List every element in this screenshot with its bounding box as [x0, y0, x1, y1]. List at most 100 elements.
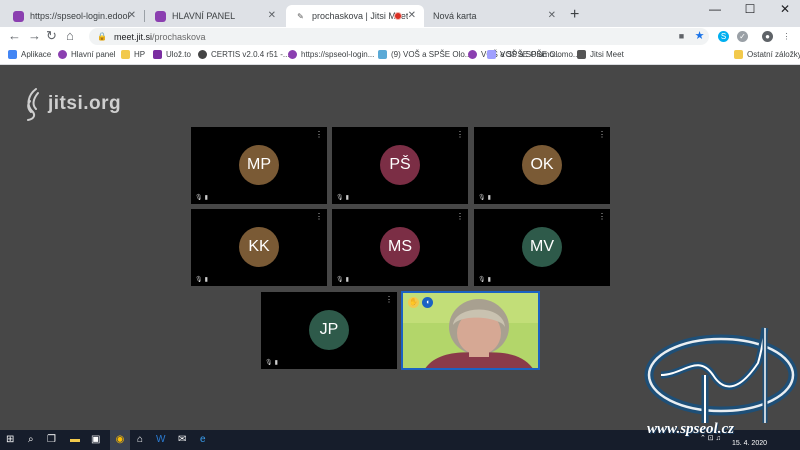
forward-icon[interactable]: → [28, 28, 41, 43]
jitsi-logo-icon [27, 88, 39, 121]
participant-tile[interactable]: JP ⋮ 🎙 ▮ [261, 292, 397, 369]
chrome-icon[interactable]: ◉ [110, 430, 130, 450]
bookmark-label: CERTIS v2.0.4 r51 -... [211, 50, 290, 59]
close-icon[interactable]: ✕ [128, 10, 136, 21]
participant-tile[interactable]: MV ⋮ 🎙 ▮ [474, 209, 610, 286]
folder-icon [734, 50, 743, 59]
video-off-icon: ▮ [345, 195, 349, 201]
tab-hlavni-panel[interactable]: HLAVNÍ PANEL ✕ [146, 5, 284, 27]
participant-tile[interactable]: PŠ ⋮ 🎙 ▮ [332, 127, 468, 204]
jitsi-icon [577, 50, 586, 59]
menu-kebab-icon[interactable]: ⋮ [781, 31, 792, 42]
skype-icon[interactable]: S [718, 31, 729, 42]
participant-tile[interactable]: OK ⋮ 🎙 ▮ [474, 127, 610, 204]
apps-grid-icon [8, 50, 17, 59]
edge-icon[interactable]: e [200, 434, 206, 445]
close-window-icon[interactable]: ✕ [770, 2, 800, 16]
bookmark-label: Ulož.to [166, 50, 191, 59]
mic-muted-icon: 🎙 [478, 277, 486, 283]
bookmark-item[interactable]: HP [121, 50, 145, 59]
video-off-icon: ▮ [274, 360, 278, 366]
close-icon[interactable]: ✕ [408, 10, 416, 21]
bookmark-label: (9) VOŠ a SPŠE Olo... [391, 50, 472, 59]
tab-title: Nová karta [433, 11, 477, 21]
address-host: meet.jit.si [113, 31, 152, 42]
new-tab-plus-icon[interactable]: + [570, 6, 579, 24]
teams-icon[interactable]: ⌂ [137, 434, 143, 445]
edookit-icon [288, 50, 297, 59]
bookmark-label: Aplikace [21, 50, 52, 59]
muted-status: 🎙 ▮ [265, 359, 278, 366]
bookmark-item[interactable]: Ulož.to [153, 50, 191, 59]
lock-icon: 🔒 [97, 32, 107, 41]
bookmark-item[interactable]: Hlavní panel [58, 50, 115, 59]
bookmark-item[interactable]: CERTIS v2.0.4 r51 -... [198, 50, 290, 59]
store-icon[interactable]: ▣ [91, 434, 100, 445]
participant-avatar: JP [309, 310, 349, 350]
word-icon[interactable]: W [156, 434, 165, 445]
edookit-icon [468, 50, 477, 59]
back-icon[interactable]: ← [8, 28, 21, 43]
home-icon[interactable]: ⌂ [66, 28, 74, 43]
search-icon[interactable]: ⌕ [28, 434, 34, 445]
tab-title: HLAVNÍ PANEL [172, 11, 236, 21]
link-icon [487, 50, 496, 59]
tab-strip: https://spseol-login.edookit.net ✕ HLAVN… [0, 0, 800, 27]
participant-tile[interactable]: MP ⋮ 🎙 ▮ [191, 127, 327, 204]
address-bar[interactable]: 🔒 meet.jit.si /prochaskova [89, 28, 709, 45]
jitsi-logo-text: jitsi.org [48, 93, 122, 114]
bookmarks-bar: Aplikace Hlavní panel HP Ulož.to CERTIS … [0, 47, 800, 65]
maximize-icon[interactable]: ☐ [735, 2, 765, 16]
bookmark-item[interactable]: VOŠ a SPŠE Olomo... [487, 50, 580, 59]
muted-status: 🎙 ▮ [195, 276, 208, 283]
task-view-icon[interactable]: ❐ [47, 434, 56, 445]
ulozto-icon [153, 50, 162, 59]
participant-menu-icon[interactable]: ⋮ [315, 212, 323, 221]
muted-status: 🎙 ▮ [478, 276, 491, 283]
participant-menu-icon[interactable]: ⋮ [456, 212, 464, 221]
other-bookmarks[interactable]: Ostatní záložky [734, 50, 800, 59]
participant-menu-icon[interactable]: ⋮ [598, 130, 606, 139]
bookmark-item[interactable]: https://spseol-login... [288, 50, 374, 59]
video-off-icon: ▮ [487, 195, 491, 201]
mail-icon[interactable]: ✉ [178, 434, 186, 445]
bookmark-item[interactable]: Jitsi Meet [577, 50, 624, 59]
tab-jitsi-meet[interactable]: ✎ prochaskova | Jitsi Meet ✕ [286, 5, 424, 27]
local-video-tile[interactable]: ✋ ◖ [401, 291, 540, 370]
extension-icon[interactable]: ✓ [737, 31, 748, 42]
mic-muted-icon: 🎙 [195, 195, 203, 201]
browser-toolbar: ← → ↻ ⌂ 🔒 meet.jit.si /prochaskova ■ ★ S… [0, 27, 800, 47]
bookmark-star-icon[interactable]: ★ [694, 31, 705, 42]
jitsi-logo: jitsi.org [22, 87, 121, 121]
globe-icon [198, 50, 207, 59]
windows-start-icon[interactable]: ⊞ [6, 434, 14, 445]
participant-menu-icon[interactable]: ⋮ [385, 295, 393, 304]
bookmark-item[interactable]: Aplikace [8, 50, 51, 59]
video-off-icon: ▮ [204, 195, 208, 201]
file-explorer-icon[interactable]: ▬ [70, 434, 80, 445]
bookmark-label: https://spseol-login... [301, 50, 375, 59]
tab-edookit-login[interactable]: https://spseol-login.edookit.net ✕ [4, 5, 144, 27]
minimize-icon[interactable]: — [700, 2, 730, 16]
participant-menu-icon[interactable]: ⋮ [315, 130, 323, 139]
edookit-icon [58, 50, 67, 59]
bookmark-label: Ostatní záložky [747, 50, 800, 59]
camera-icon[interactable]: ■ [676, 31, 687, 42]
participant-tile[interactable]: MS ⋮ 🎙 ▮ [332, 209, 468, 286]
bookmark-label: HP [134, 50, 146, 59]
reload-icon[interactable]: ↻ [46, 28, 57, 44]
profile-avatar-icon[interactable]: ● [762, 31, 773, 42]
participant-avatar: MP [239, 145, 279, 185]
close-icon[interactable]: ✕ [548, 10, 556, 21]
taskbar-date: 15. 4. 2020 [731, 440, 767, 447]
jitsi-icon: ✎ [295, 10, 306, 22]
participant-tile[interactable]: KK ⋮ 🎙 ▮ [191, 209, 327, 286]
bookmark-item[interactable]: (9) VOŠ a SPŠE Olo... [378, 50, 471, 59]
close-icon[interactable]: ✕ [268, 10, 276, 21]
participant-menu-icon[interactable]: ⋮ [598, 212, 606, 221]
tab-new-tab[interactable]: Nová karta ✕ [424, 5, 564, 27]
video-off-icon: ▮ [345, 277, 349, 283]
participant-avatar: OK [522, 145, 562, 185]
watermark-text: www.spseol.cz [647, 421, 734, 437]
participant-menu-icon[interactable]: ⋮ [456, 130, 464, 139]
